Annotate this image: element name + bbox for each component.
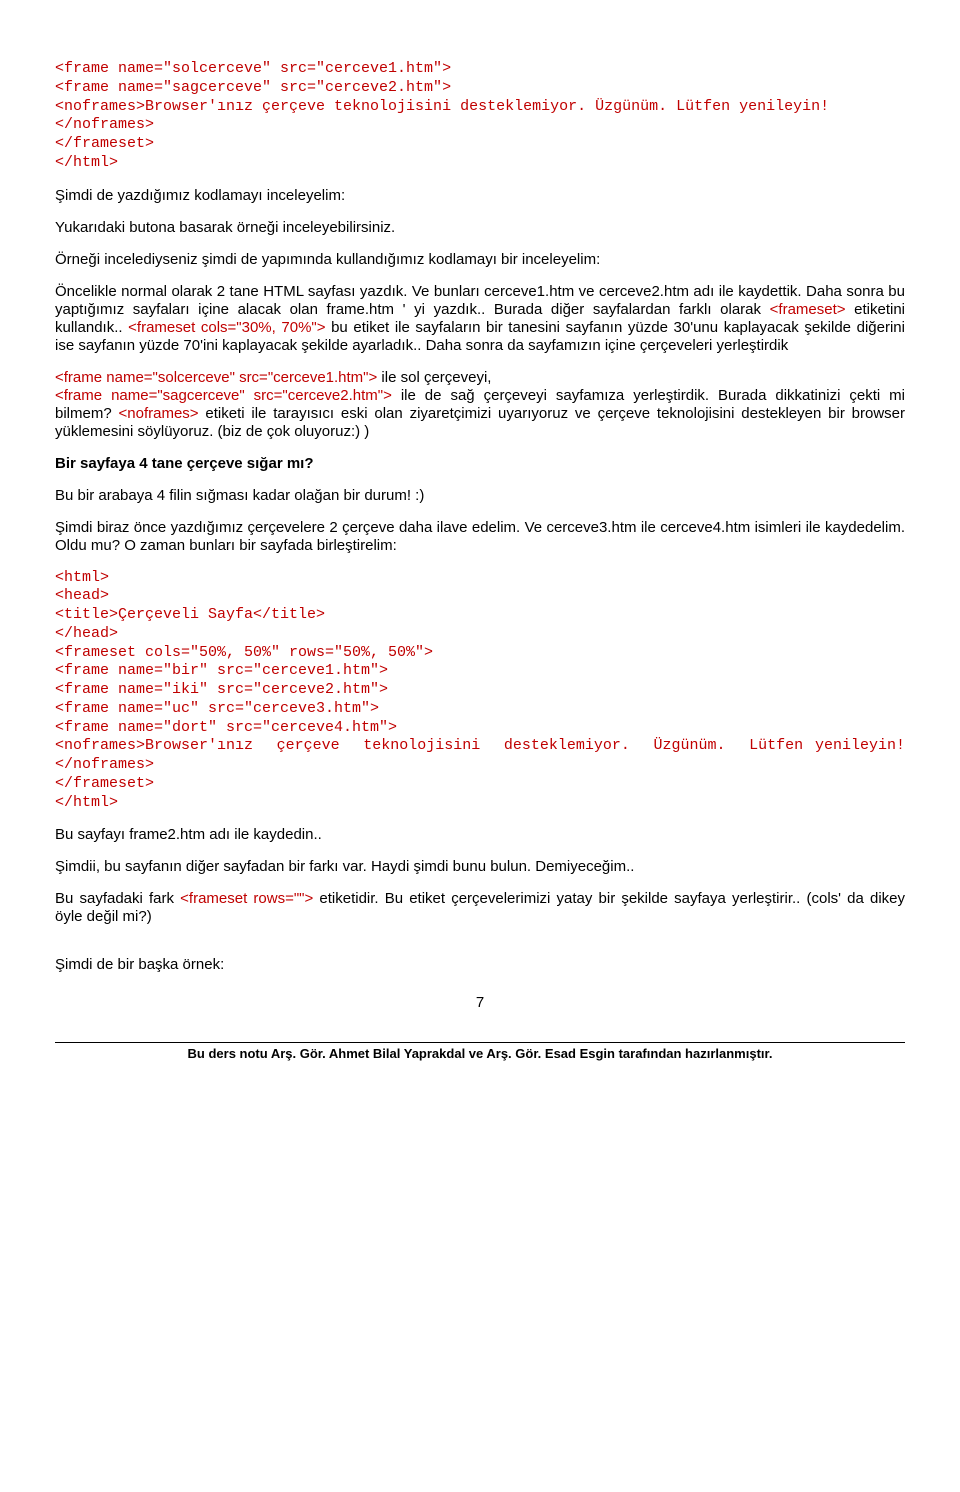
inline-code: <frameset> <box>770 301 846 318</box>
inline-code: <frameset rows=""> <box>180 890 313 907</box>
text-span: Bu sayfadaki fark <box>55 890 180 907</box>
footer-credit: Bu ders notu Arş. Gör. Ahmet Bilal Yapra… <box>55 1042 905 1062</box>
paragraph: Bu bir arabaya 4 filin sığması kadar ola… <box>55 487 905 505</box>
code-block-middle: <html> <head> <title>Çerçeveli Sayfa</ti… <box>55 569 905 813</box>
paragraph: Şimdi de yazdığımız kodlamayı inceleyeli… <box>55 187 905 205</box>
code-block-top: <frame name="solcerceve" src="cerceve1.h… <box>55 60 905 173</box>
paragraph: Şimdi biraz önce yazdığımız çerçevelere … <box>55 519 905 555</box>
inline-code: <noframes> <box>119 405 199 422</box>
inline-code: <frameset cols="30%, 70%"> <box>128 319 325 336</box>
inline-code: <frame name="solcerceve" src="cerceve1.h… <box>55 369 377 386</box>
paragraph-with-code: <frame name="solcerceve" src="cerceve1.h… <box>55 369 905 441</box>
paragraph: Şimdii, bu sayfanın diğer sayfadan bir f… <box>55 858 905 876</box>
paragraph-with-code: Bu sayfadaki fark <frameset rows=""> eti… <box>55 890 905 926</box>
paragraph-with-code: Öncelikle normal olarak 2 tane HTML sayf… <box>55 283 905 355</box>
text-span: ile sol çerçeveyi, <box>377 369 491 386</box>
page-number: 7 <box>55 994 905 1012</box>
section-heading: Bir sayfaya 4 tane çerçeve sığar mı? <box>55 455 905 473</box>
paragraph: Şimdi de bir başka örnek: <box>55 956 905 974</box>
paragraph: Bu sayfayı frame2.htm adı ile kaydedin.. <box>55 826 905 844</box>
paragraph: Örneği incelediyseniz şimdi de yapımında… <box>55 251 905 269</box>
paragraph: Yukarıdaki butona basarak örneği inceley… <box>55 219 905 237</box>
inline-code: <frame name="sagcerceve" src="cerceve2.h… <box>55 387 392 404</box>
